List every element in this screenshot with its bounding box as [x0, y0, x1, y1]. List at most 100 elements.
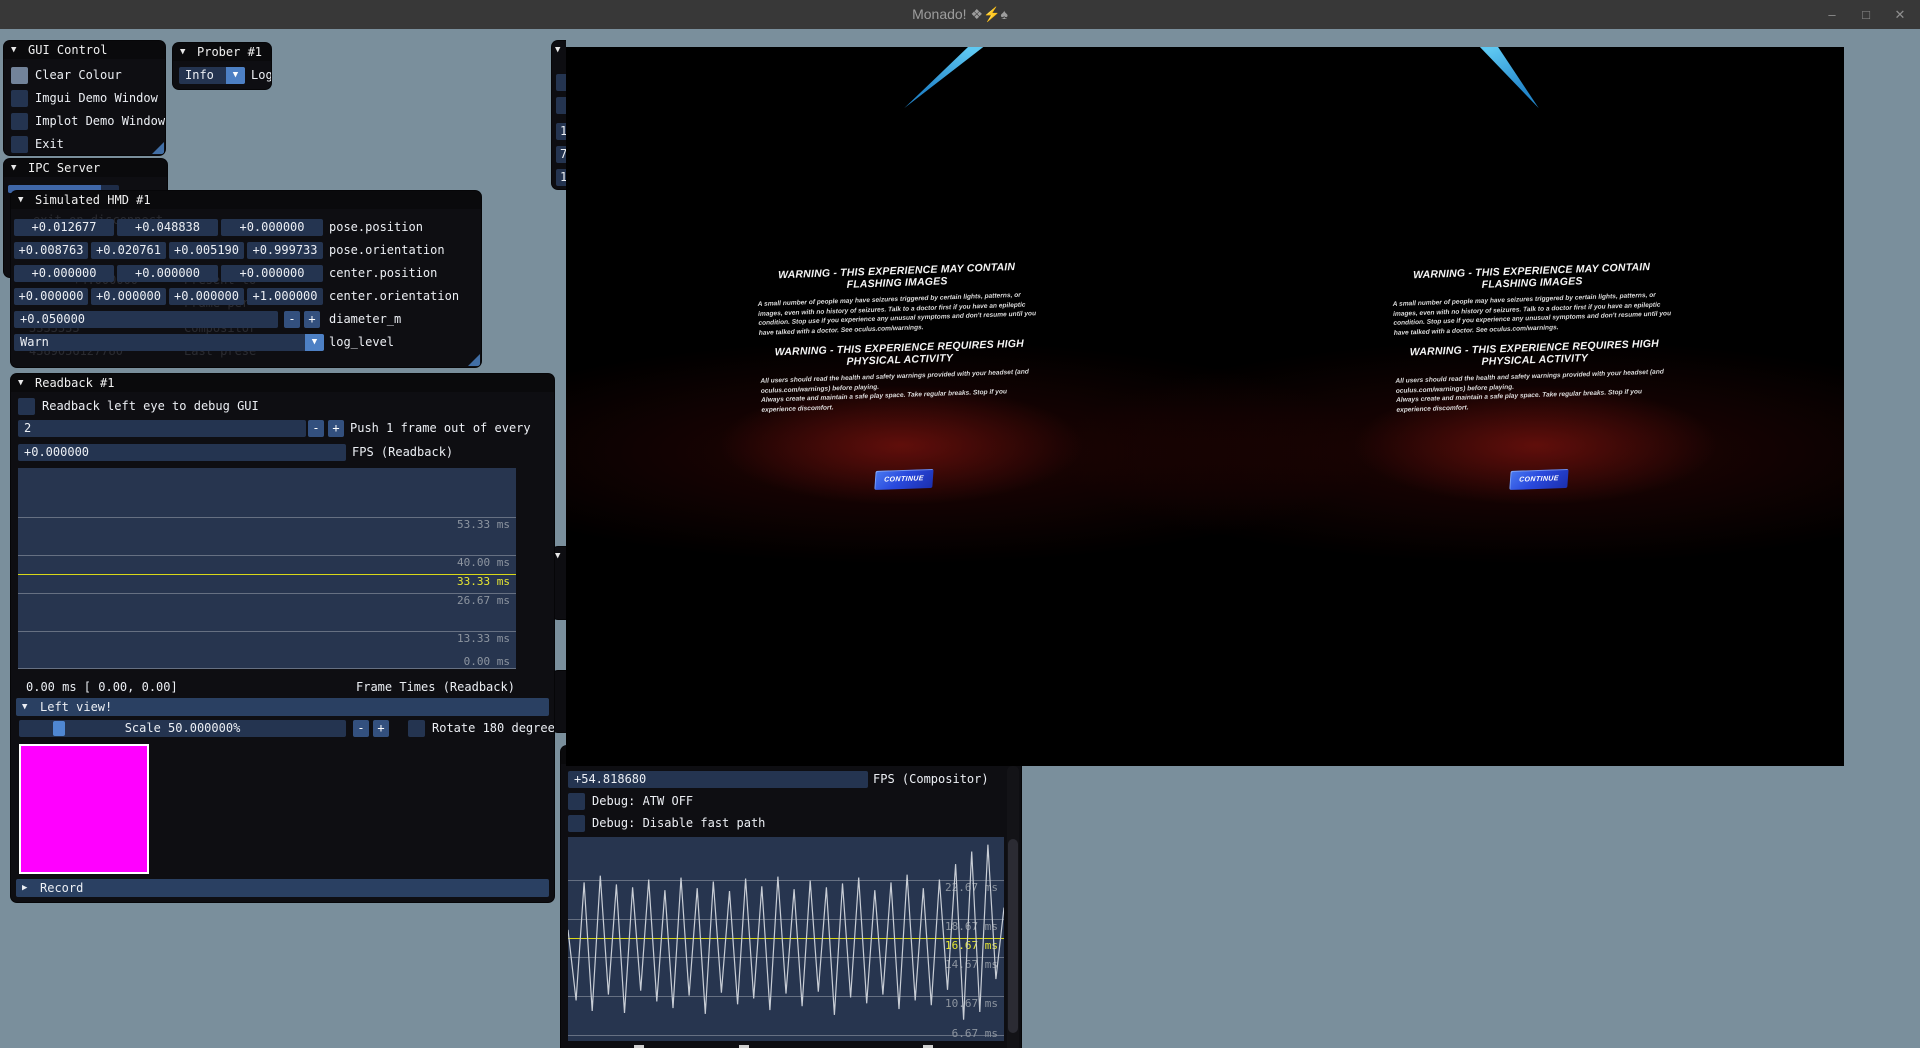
readback-fps-label: FPS (Readback) — [352, 444, 453, 461]
left-eye-readback-image — [19, 744, 149, 874]
prober-title: Prober #1 — [197, 43, 262, 61]
collapse-arrow-icon: ▼ — [555, 45, 560, 55]
continue-button[interactable]: CONTINUE — [1509, 469, 1568, 490]
pose-position-label: pose.position — [329, 219, 423, 236]
pose-orientation-w[interactable]: +0.999733 — [247, 242, 323, 259]
prober-titlebar[interactable]: ▼ Prober #1 — [173, 43, 271, 61]
exit-checkbox[interactable] — [11, 136, 28, 153]
hmd-titlebar[interactable]: ▼ Simulated HMD #1 — [11, 191, 481, 209]
readback-frame-times-plot[interactable]: 53.33 ms40.00 ms33.33 ms26.67 ms13.33 ms… — [18, 468, 516, 669]
collapse-arrow-icon[interactable]: ▼ — [11, 41, 16, 59]
clear-colour-checkbox[interactable] — [11, 67, 28, 84]
diameter-input[interactable]: +0.050000 — [14, 311, 278, 328]
debug-fastpath-label: Debug: Disable fast path — [592, 815, 765, 832]
combo-dropdown-icon[interactable]: ▼ — [305, 334, 324, 351]
readback-left-eye-label: Readback left eye to debug GUI — [42, 398, 259, 415]
left-eye-warning: WARNING - THIS EXPERIENCE MAY CONTAIN FL… — [757, 260, 1046, 530]
record-header[interactable]: ▶ Record — [16, 879, 549, 897]
gui-control-titlebar[interactable]: ▼ GUI Control — [4, 41, 165, 59]
collapse-arrow-icon: ▼ — [22, 698, 27, 716]
warning-body-activity: All users should read the health and saf… — [760, 367, 1041, 415]
combo-dropdown-icon[interactable]: ▼ — [226, 67, 245, 84]
continue-button[interactable]: CONTINUE — [874, 469, 933, 490]
maximize-icon[interactable]: □ — [1858, 7, 1874, 22]
readback-left-eye-checkbox[interactable] — [18, 398, 35, 415]
diameter-plus-button[interactable]: + — [304, 311, 320, 328]
window-simulated-hmd: ▼ Simulated HMD #1 exit on disconnectrun… — [10, 190, 482, 368]
window-title: Monado! ❖⚡♠ — [912, 6, 1008, 23]
scrollbar-grab[interactable] — [1008, 839, 1018, 1033]
record-header-label: Record — [40, 879, 83, 897]
center-position-y[interactable]: +0.000000 — [117, 265, 218, 282]
readback-plot-title: Frame Times (Readback) — [356, 679, 515, 696]
collapse-arrow-icon[interactable]: ▼ — [11, 159, 16, 177]
log-level-label: log_level — [329, 334, 394, 351]
log-level-combo[interactable]: Warn — [14, 334, 324, 351]
rotate-180-checkbox[interactable] — [408, 720, 425, 737]
pose-orientation-x[interactable]: +0.008763 — [14, 242, 88, 259]
lens-flare-streak-right — [1475, 47, 1545, 110]
center-orientation-label: center.orientation — [329, 288, 459, 305]
pose-position-x[interactable]: +0.012677 — [14, 219, 114, 236]
readback-title: Readback #1 — [35, 374, 114, 392]
compositor-fps-input[interactable]: +54.818680 — [568, 771, 868, 788]
push-frames-input[interactable]: 2 — [18, 420, 306, 437]
readback-fps-input[interactable]: +0.000000 — [18, 444, 346, 461]
implot-demo-checkbox[interactable] — [11, 113, 28, 130]
imgui-demo-label: Imgui Demo Window — [35, 90, 158, 107]
pose-position-y[interactable]: +0.048838 — [117, 219, 218, 236]
occluded-input: 7 — [556, 146, 566, 163]
scale-minus-button[interactable]: - — [353, 720, 369, 737]
window-compositor: ▼ +54.818680 FPS (Compositor) Debug: ATW… — [560, 745, 1022, 1048]
diameter-minus-button[interactable]: - — [284, 311, 300, 328]
warning-title-activity: WARNING - THIS EXPERIENCE REQUIRES HIGH … — [1394, 337, 1675, 371]
center-orientation-x[interactable]: +0.000000 — [14, 288, 88, 305]
scale-slider[interactable]: Scale 50.000000% — [19, 720, 346, 737]
minimize-icon[interactable]: – — [1824, 7, 1840, 22]
occluded-input: 1 — [556, 169, 566, 186]
collapse-arrow-icon[interactable]: ▼ — [18, 191, 23, 209]
occluded-window-sliver-top: ▼ 1 7 1 — [551, 40, 566, 190]
collapse-arrow-icon: ▶ — [22, 879, 27, 897]
readback-titlebar[interactable]: ▼ Readback #1 — [11, 374, 554, 392]
resize-grip[interactable] — [152, 142, 164, 154]
center-position-z[interactable]: +0.000000 — [221, 265, 323, 282]
exit-label: Exit — [35, 136, 64, 153]
ipc-titlebar[interactable]: ▼ IPC Server — [4, 159, 167, 177]
readback-plot-status: 0.00 ms [ 0.00, 0.00] — [26, 679, 178, 696]
debug-fastpath-checkbox[interactable] — [568, 815, 585, 832]
push-frames-label: Push 1 frame out of every — [350, 420, 531, 437]
push-frames-plus-button[interactable]: + — [328, 420, 344, 437]
debug-atw-checkbox[interactable] — [568, 793, 585, 810]
resize-grip[interactable] — [468, 354, 480, 366]
close-icon[interactable]: ✕ — [1892, 7, 1908, 23]
os-titlebar: Monado! ❖⚡♠ – □ ✕ — [0, 0, 1920, 29]
center-orientation-w[interactable]: +1.000000 — [247, 288, 323, 305]
left-view-header[interactable]: ▼ Left view! — [16, 698, 549, 716]
pose-position-z[interactable]: +0.000000 — [221, 219, 323, 236]
pose-orientation-y[interactable]: +0.020761 — [91, 242, 166, 259]
push-frames-minus-button[interactable]: - — [308, 420, 324, 437]
imgui-demo-checkbox[interactable] — [11, 90, 28, 107]
window-prober: ▼ Prober #1 Info ▼ Log — [172, 42, 272, 90]
pose-orientation-z[interactable]: +0.005190 — [169, 242, 244, 259]
right-eye-warning: WARNING - THIS EXPERIENCE MAY CONTAIN FL… — [1392, 260, 1681, 530]
rotate-180-label: Rotate 180 degrees — [432, 720, 555, 737]
center-orientation-z[interactable]: +0.000000 — [169, 288, 244, 305]
compositor-frame-times-plot[interactable]: 22.67 ms18.67 ms16.67 ms14.67 ms10.67 ms… — [568, 837, 1004, 1041]
collapse-arrow-icon[interactable]: ▼ — [18, 374, 23, 392]
debug-atw-label: Debug: ATW OFF — [592, 793, 693, 810]
gui-control-title: GUI Control — [28, 41, 107, 59]
warning-body-activity: All users should read the health and saf… — [1395, 367, 1676, 415]
center-orientation-y[interactable]: +0.000000 — [91, 288, 166, 305]
center-position-x[interactable]: +0.000000 — [14, 265, 114, 282]
hmd-title: Simulated HMD #1 — [35, 191, 151, 209]
left-view-header-label: Left view! — [40, 698, 112, 716]
collapse-arrow-icon: ▼ — [555, 551, 560, 561]
scale-plus-button[interactable]: + — [373, 720, 389, 737]
warning-body-flashing: A small number of people may have seizur… — [1393, 290, 1674, 338]
warning-title-flashing: WARNING - THIS EXPERIENCE MAY CONTAIN FL… — [757, 260, 1038, 294]
prober-log-button[interactable]: Log — [251, 67, 272, 84]
collapse-arrow-icon[interactable]: ▼ — [180, 43, 185, 61]
occluded-input — [556, 74, 566, 91]
